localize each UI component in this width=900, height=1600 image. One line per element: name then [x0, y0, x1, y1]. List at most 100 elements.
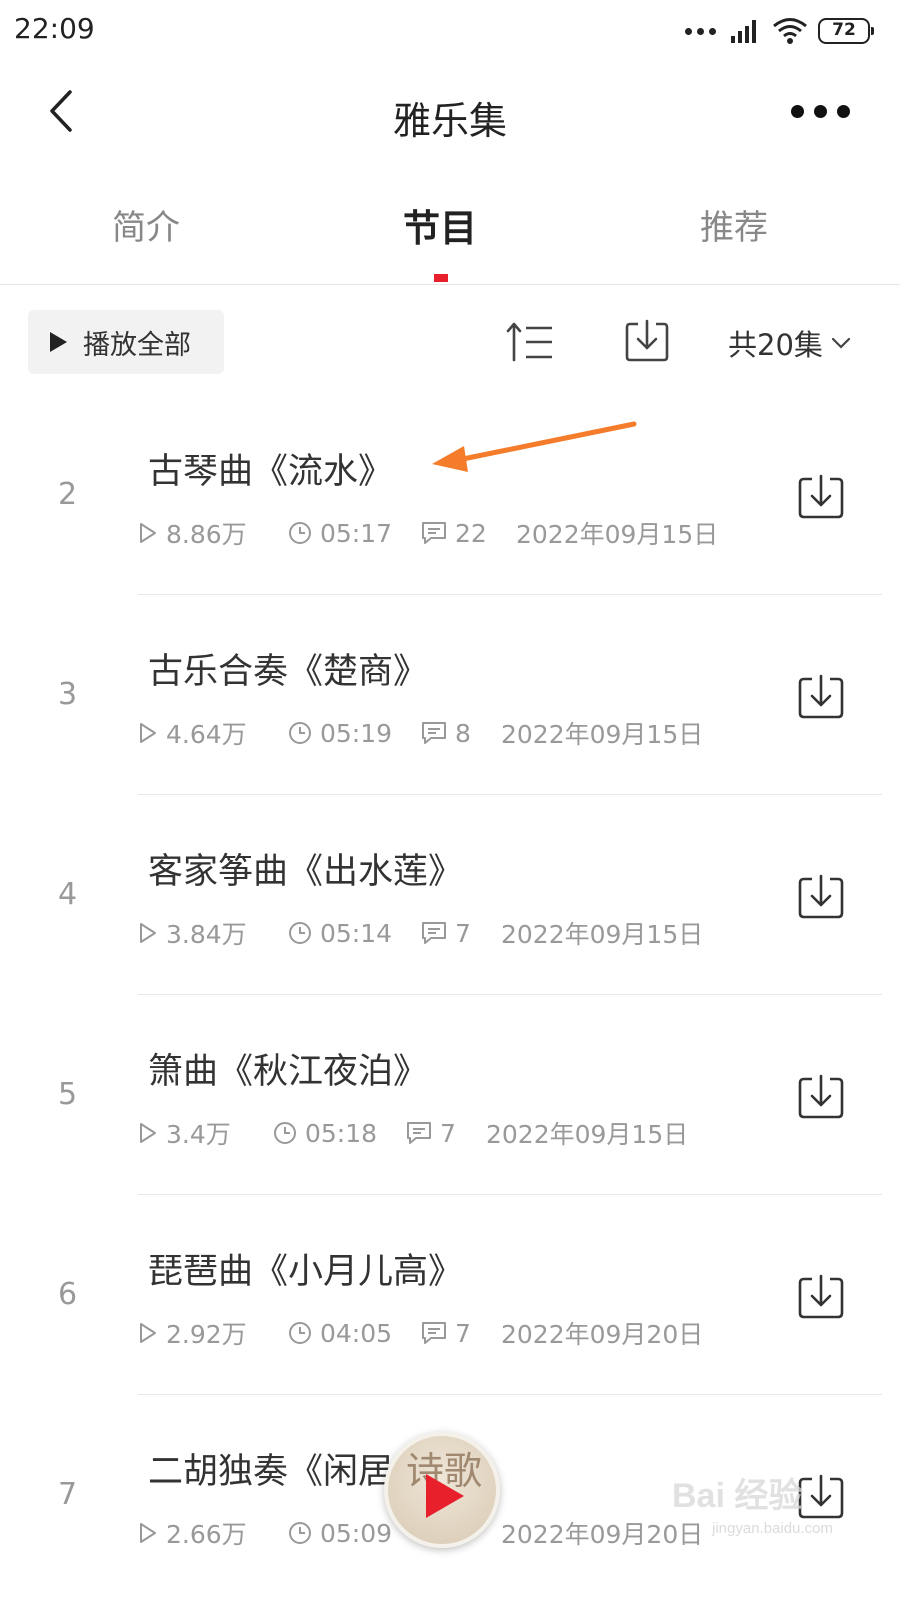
tab-recommend[interactable]: 推荐: [644, 200, 824, 249]
play-count: 2.92万: [166, 1320, 247, 1349]
download-icon: [798, 1074, 844, 1119]
status-time: 22:09: [14, 12, 95, 45]
batch-download-button[interactable]: [624, 318, 670, 364]
play-all-label: 播放全部: [83, 329, 191, 361]
tab-intro[interactable]: 简介: [56, 200, 236, 249]
play-count: 8.86万: [166, 520, 247, 549]
play-count: 3.4万: [166, 1120, 231, 1149]
comment-count: 7: [440, 1118, 456, 1148]
episode-number: 5: [58, 1077, 78, 1112]
tab-bar: 简介 节目 推荐: [0, 190, 900, 285]
episode-number: 3: [58, 677, 78, 712]
duration: 05:14: [320, 918, 393, 948]
annotation-arrow-icon: [428, 418, 640, 476]
episode-item[interactable]: 4 客家筝曲《出水莲》 3.84万 05:14 7 2022年09月15日: [0, 795, 900, 995]
episode-number: 4: [58, 877, 78, 912]
wifi-icon: [772, 17, 808, 45]
baidu-watermark: Bai 经验 jingyan.baidu.com: [672, 1468, 882, 1546]
duration: 05:19: [320, 718, 393, 748]
comment-count: 7: [455, 1318, 471, 1348]
episode-item[interactable]: 3 古乐合奏《楚商》 4.64万 05:19 8 2022年09月15日: [0, 595, 900, 795]
play-count-icon: [138, 1322, 158, 1344]
download-icon: [798, 474, 844, 519]
episode-number: 7: [58, 1477, 78, 1512]
episode-item[interactable]: 6 琵琶曲《小月儿高》 2.92万 04:05 7 2022年09月20日: [0, 1195, 900, 1395]
episode-item[interactable]: 5 箫曲《秋江夜泊》 3.4万 05:18 7 2022年09月15日: [0, 995, 900, 1195]
clock-icon: [288, 921, 312, 945]
play-count: 3.84万: [166, 920, 247, 949]
more-button[interactable]: [790, 98, 850, 124]
clock-icon: [288, 721, 312, 745]
play-count-icon: [138, 1122, 158, 1144]
episode-number: 2: [58, 477, 78, 512]
clock-icon: [273, 1121, 297, 1145]
watermark-text: Bai 经验: [672, 1477, 803, 1515]
episode-meta: 2.92万 04:05 7 2022年09月20日: [138, 1315, 703, 1351]
active-tab-indicator: [434, 274, 448, 282]
duration: 04:05: [320, 1318, 393, 1348]
duration: 05:09: [320, 1518, 393, 1548]
sort-order-icon: [506, 322, 552, 362]
clock-icon: [288, 521, 312, 545]
comment-icon: [421, 521, 447, 545]
publish-date: 2022年09月20日: [501, 1320, 704, 1349]
download-icon: [625, 319, 669, 362]
download-icon: [798, 874, 844, 919]
episode-title[interactable]: 古乐合奏《楚商》: [148, 643, 428, 694]
episode-list: 2 古琴曲《流水》 8.86万 05:17 22 2022年09月15日 3 古…: [0, 395, 900, 1595]
episode-count-label: 共20集: [728, 328, 823, 362]
play-count-icon: [138, 522, 158, 544]
episode-count-dropdown[interactable]: 共20集: [728, 322, 851, 364]
toolbar: 播放全部 共20集: [0, 310, 900, 374]
play-count: 2.66万: [166, 1520, 247, 1549]
status-icons: 72: [685, 14, 874, 48]
watermark-url: jingyan.baidu.com: [712, 1520, 833, 1537]
episode-download-button[interactable]: [796, 1273, 846, 1321]
episode-title[interactable]: 琵琶曲《小月儿高》: [148, 1243, 463, 1294]
comment-icon: [421, 1321, 447, 1345]
status-bar: 22:09 72: [0, 0, 900, 62]
download-icon: [798, 674, 844, 719]
cellular-signal-icon: [730, 18, 762, 44]
sort-button[interactable]: [506, 320, 554, 364]
episode-download-button[interactable]: [796, 1073, 846, 1121]
publish-date: 2022年09月15日: [501, 920, 704, 949]
episode-download-button[interactable]: [796, 873, 846, 921]
episode-number: 6: [58, 1277, 78, 1312]
play-count-icon: [138, 722, 158, 744]
clock-icon: [288, 1521, 312, 1545]
publish-date: 2022年09月15日: [486, 1120, 689, 1149]
play-icon: [426, 1474, 464, 1518]
page-title: 雅乐集: [392, 99, 507, 143]
episode-title[interactable]: 客家筝曲《出水莲》: [148, 843, 463, 894]
battery-icon: 72: [818, 18, 874, 44]
publish-date: 2022年09月15日: [516, 520, 719, 549]
floating-player-button[interactable]: 诗歌: [384, 1432, 500, 1548]
chevron-down-icon: [831, 337, 851, 349]
header: 雅乐集: [0, 62, 900, 162]
episode-meta: 8.86万 05:17 22 2022年09月15日: [138, 515, 718, 551]
tab-programs[interactable]: 节目: [350, 198, 530, 252]
publish-date: 2022年09月15日: [501, 720, 704, 749]
comment-icon: [406, 1121, 432, 1145]
comment-count: 8: [455, 718, 471, 748]
clock-icon: [288, 1321, 312, 1345]
more-dots-icon: [790, 104, 804, 118]
episode-title[interactable]: 箫曲《秋江夜泊》: [148, 1043, 428, 1094]
episode-download-button[interactable]: [796, 673, 846, 721]
comment-count: 7: [455, 918, 471, 948]
comment-icon: [421, 921, 447, 945]
comment-icon: [421, 721, 447, 745]
episode-meta: 3.4万 05:18 7 2022年09月15日: [138, 1115, 688, 1151]
episode-title[interactable]: 古琴曲《流水》: [148, 443, 393, 494]
duration: 05:18: [305, 1118, 378, 1148]
play-all-button[interactable]: 播放全部: [28, 310, 224, 374]
signal-dots-icon: [685, 27, 716, 35]
play-count-icon: [138, 1522, 158, 1544]
download-icon: [798, 1274, 844, 1319]
play-count-icon: [138, 922, 158, 944]
episode-meta: 3.84万 05:14 7 2022年09月15日: [138, 915, 703, 951]
play-icon: [50, 332, 67, 352]
comment-count: 22: [455, 518, 487, 548]
episode-download-button[interactable]: [796, 473, 846, 521]
